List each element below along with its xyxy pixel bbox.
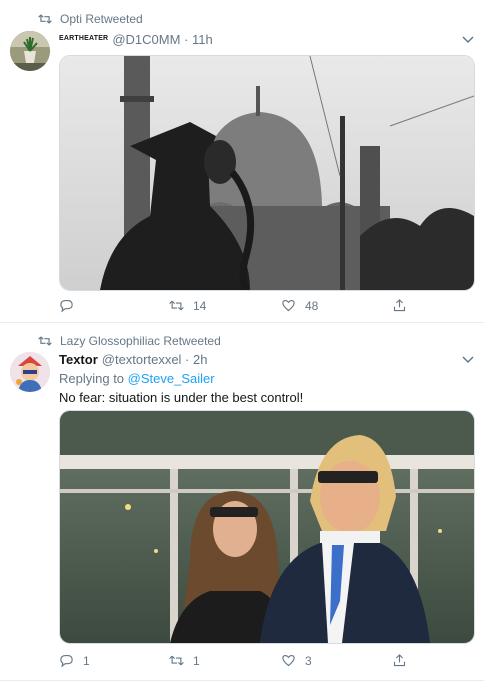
handle[interactable]: @textortexxel [102,352,182,367]
retweet-button[interactable]: 1 [169,653,200,668]
retweeted-by-label: Opti Retweeted [60,12,143,26]
timestamp[interactable]: 11h [192,32,213,47]
retweet-button[interactable]: 14 [169,298,206,313]
retweet-icon [38,336,52,346]
display-name[interactable]: EARTHEATER [59,35,108,42]
tweet-header: EARTHEATER @D1C0MM · 11h [59,32,213,47]
avatar[interactable] [10,31,50,71]
separator-dot: · [180,32,192,47]
plant-pot-avatar-icon [10,31,50,71]
retweeted-by-label: Lazy Glossophiliac Retweeted [60,334,221,348]
retweet-icon [169,655,184,666]
tweet-media[interactable] [59,410,475,644]
replying-to: Replying to @Steve_Sailer [59,371,215,386]
reply-icon [60,299,73,313]
heart-icon [282,654,295,667]
share-icon [393,299,406,312]
like-count: 3 [305,653,312,668]
reply-count: 1 [83,653,90,668]
tweet-text: No fear: situation is under the best con… [59,390,304,405]
chevron-down-icon[interactable] [462,356,474,364]
retweet-icon [169,300,184,311]
tweet[interactable]: Lazy Glossophiliac Retweeted Textor @tex… [0,323,484,681]
media-image [60,56,474,290]
avatar[interactable] [10,352,50,392]
share-button[interactable] [392,298,416,313]
replying-to-prefix: Replying to [59,371,125,386]
like-button[interactable]: 3 [281,653,312,668]
like-count: 48 [305,298,319,313]
chevron-down-icon[interactable] [462,36,474,44]
retweet-context: Lazy Glossophiliac Retweeted [38,334,221,348]
reply-button[interactable] [59,298,83,313]
display-name[interactable]: Textor [59,352,98,367]
share-icon [393,654,406,667]
replying-to-link[interactable]: @Steve_Sailer [128,371,215,386]
timestamp[interactable]: 2h [193,352,207,367]
retweet-count: 1 [193,653,200,668]
heart-icon [282,299,295,312]
reply-button[interactable]: 1 [59,653,90,668]
media-image [60,411,474,643]
handle[interactable]: @D1C0MM [112,32,180,47]
like-button[interactable]: 48 [281,298,318,313]
tweet-actions: 14 48 [59,298,419,314]
retweet-count: 14 [193,298,207,313]
share-button[interactable] [392,653,416,668]
retweet-context: Opti Retweeted [38,12,143,26]
tweet-header: Textor @textortexxel · 2h [59,352,207,367]
reply-icon [60,654,73,668]
tweet-actions: 1 1 3 [59,653,419,669]
retweet-icon [38,14,52,24]
tweet-media[interactable] [59,55,475,291]
cartoon-character-avatar-icon [10,352,50,392]
tweet[interactable]: Opti Retweeted EARTHEATER @D1C0MM · 11h [0,0,484,323]
separator-dot: · [181,352,193,367]
